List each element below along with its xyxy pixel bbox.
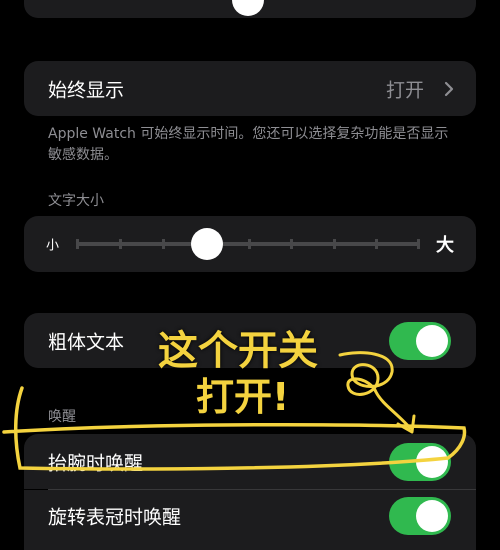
text-size-slider[interactable]: 小 大 (24, 216, 476, 272)
bold-text-label: 粗体文本 (48, 331, 125, 353)
slider-tick (76, 239, 79, 249)
wake-section-title: 唤醒 (48, 409, 76, 425)
always-on-value: 打开 (385, 79, 424, 101)
raise-to-wake-toggle[interactable] (389, 442, 451, 481)
always-on-row[interactable]: 始终显示 打开 (24, 61, 476, 116)
annotation-line2: 打开! (196, 375, 290, 419)
chevron-right-icon (444, 81, 454, 96)
text-size-title: 文字大小 (48, 193, 104, 209)
slider-tick (417, 239, 420, 249)
crown-wake-row: 旋转表冠时唤醒 (24, 490, 476, 550)
text-size-small-label: 小 (46, 238, 60, 254)
crown-wake-toggle[interactable] (389, 497, 451, 535)
slider-tick (162, 239, 165, 249)
text-size-large-label: 大 (436, 235, 454, 256)
toggle-knob (416, 500, 448, 532)
slider-tick (248, 239, 251, 249)
raise-to-wake-label: 抬腕时唤醒 (48, 452, 144, 474)
slider-tick (119, 239, 122, 249)
top-slider-card (24, 0, 476, 18)
slider-thumb[interactable] (232, 0, 264, 16)
toggle-knob (416, 324, 448, 357)
always-on-note: Apple Watch 可始终显示时间。您还可以选择复杂功能是否显示敏感数据。 (48, 126, 449, 163)
slider-tick (333, 239, 336, 249)
bold-text-toggle[interactable] (389, 321, 451, 360)
slider-tick (375, 239, 378, 249)
slider-tick (290, 239, 293, 249)
crown-wake-label: 旋转表冠时唤醒 (48, 506, 182, 529)
always-on-label: 始终显示 (48, 79, 125, 101)
raise-to-wake-row: 抬腕时唤醒 (24, 434, 476, 489)
toggle-knob (416, 445, 448, 478)
slider-thumb[interactable] (191, 228, 223, 260)
